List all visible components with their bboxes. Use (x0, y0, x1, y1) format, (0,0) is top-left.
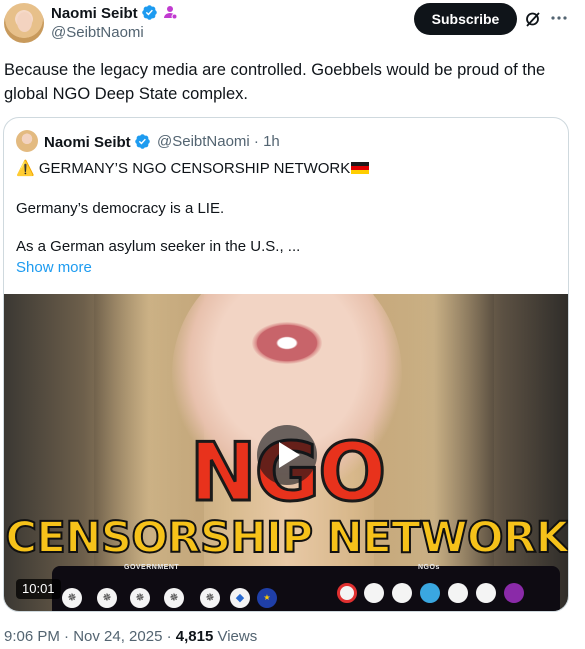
video-thumbnail-lips (252, 322, 322, 364)
show-more-link[interactable]: Show more (16, 259, 92, 276)
quoted-line-1: ⚠️ GERMANY’S NGO CENSORSHIP NETWORK (16, 159, 370, 177)
ngo-logo-icon (504, 583, 524, 603)
ngo-logo-icon (392, 583, 412, 603)
play-button[interactable] (257, 425, 317, 485)
subscribe-button[interactable]: Subscribe (414, 3, 517, 35)
author-avatar[interactable] (4, 3, 44, 43)
germany-flag-icon (351, 162, 370, 174)
government-emblem-icon: ✵ (97, 588, 117, 608)
author-name-row[interactable]: Naomi Seibt (51, 4, 178, 22)
government-emblem-icon: ✵ (130, 588, 150, 608)
government-emblem-icon: ✵ (62, 588, 82, 608)
tweet-text: Because the legacy media are controlled.… (4, 61, 546, 103)
ngo-logo-icon (420, 583, 440, 603)
author-handle[interactable]: @SeibtNaomi (51, 24, 144, 41)
grok-icon[interactable] (524, 10, 542, 28)
ngo-logo-icon (476, 583, 496, 603)
eu-flag-icon: ★ (257, 588, 277, 608)
tweet-timestamp[interactable]: 9:06 PM · Nov 24, 2025 · (4, 628, 176, 645)
play-icon (279, 442, 300, 468)
verified-badge-icon[interactable] (141, 4, 158, 21)
ngo-logo-icon (337, 583, 357, 603)
quoted-author-handle-time[interactable]: @SeibtNaomi · 1h (157, 133, 280, 150)
views-count: 4,815 (175, 628, 214, 645)
tweet-header: Naomi Seibt @SeibtNaomi Subscribe (0, 0, 585, 48)
affiliate-icon[interactable] (162, 5, 178, 21)
label-government: GOVERNMENT (124, 564, 180, 571)
government-logo-icon: ◆ (230, 588, 250, 608)
quoted-author-avatar[interactable] (16, 130, 38, 152)
government-emblem-icon: ✵ (164, 588, 184, 608)
tweet-meta: 9:06 PM · Nov 24, 2025 · 4,815 Views (4, 628, 257, 645)
ngo-logo-icon (364, 583, 384, 603)
more-icon[interactable] (550, 9, 568, 27)
quoted-line-1-text: ⚠️ GERMANY’S NGO CENSORSHIP NETWORK (16, 160, 351, 177)
label-ngos: NGOs (418, 564, 440, 571)
video-duration: 10:01 (16, 579, 61, 599)
quoted-line-3: As a German asylum seeker in the U.S., .… (16, 238, 301, 255)
video-player[interactable]: NGO CENSORSHIP NETWORK GOVERNMENT NGOs ✵… (4, 294, 569, 611)
quoted-tweet[interactable]: Naomi Seibt @SeibtNaomi · 1h ⚠️ GERMANY’… (3, 117, 569, 612)
views-label: Views (213, 628, 258, 645)
government-emblem-icon: ✵ (200, 588, 220, 608)
quoted-author-name-row[interactable]: Naomi Seibt (44, 133, 151, 151)
quoted-author-name[interactable]: Naomi Seibt (44, 134, 131, 151)
quoted-line-2: Germany’s democracy is a LIE. (16, 200, 225, 217)
author-name[interactable]: Naomi Seibt (51, 5, 138, 22)
ngo-logo-icon (448, 583, 468, 603)
verified-badge-icon (134, 134, 150, 149)
video-title-network: CENSORSHIP NETWORK (4, 512, 569, 564)
